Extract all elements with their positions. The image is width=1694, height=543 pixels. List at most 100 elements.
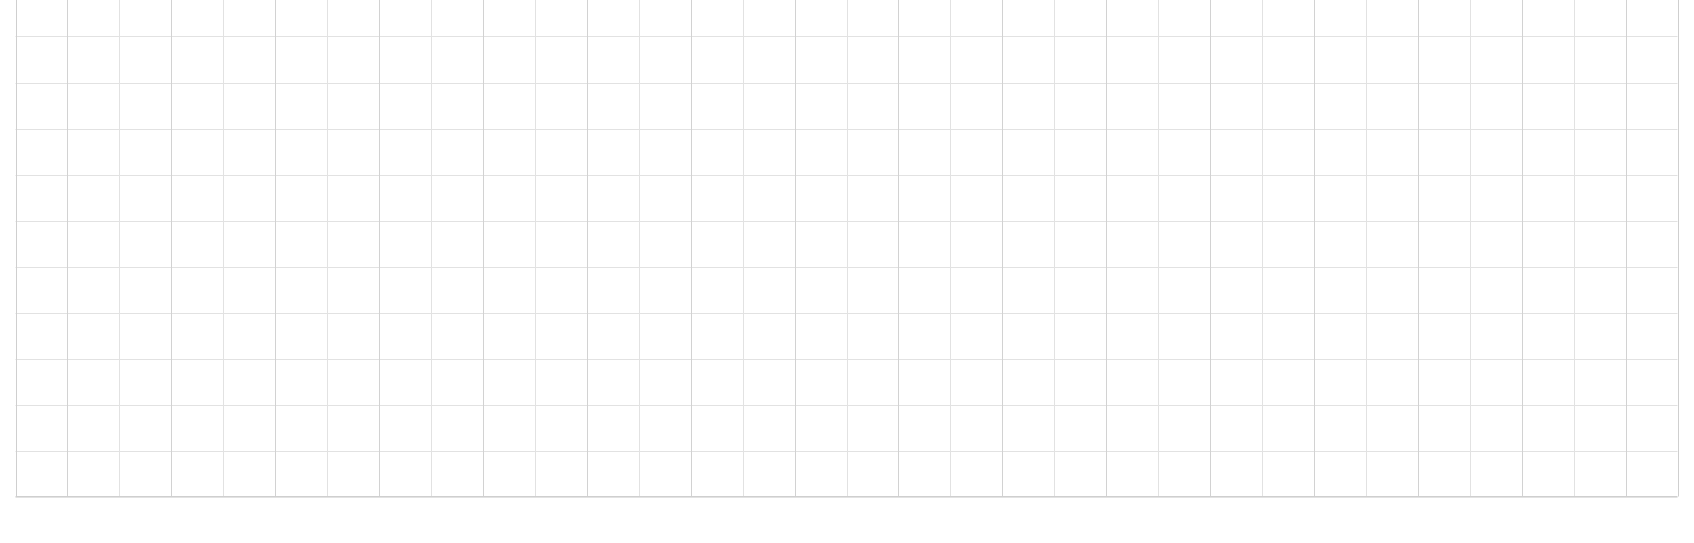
grid-cell[interactable] xyxy=(1002,174,1055,221)
grid-cell[interactable] xyxy=(1365,82,1418,129)
grid-cell[interactable] xyxy=(690,0,743,37)
grid-cell[interactable] xyxy=(275,404,328,451)
grid-cell[interactable] xyxy=(223,36,276,83)
grid-cell[interactable] xyxy=(950,174,1003,221)
grid-cell[interactable] xyxy=(1054,404,1107,451)
grid-cell[interactable] xyxy=(1521,128,1574,175)
grid-cell[interactable] xyxy=(638,36,691,83)
grid-cell[interactable] xyxy=(482,312,535,359)
grid-cell[interactable] xyxy=(534,174,587,221)
grid-cell[interactable] xyxy=(846,82,899,129)
grid-cell[interactable] xyxy=(1365,358,1418,405)
grid-cell[interactable] xyxy=(638,404,691,451)
grid-cell[interactable] xyxy=(1158,404,1211,451)
grid-cell[interactable] xyxy=(379,36,431,83)
grid-cell[interactable] xyxy=(482,266,535,313)
grid-cell[interactable] xyxy=(1262,82,1314,129)
grid-cell[interactable] xyxy=(690,36,743,83)
grid-cell[interactable] xyxy=(1573,220,1626,267)
grid-cell[interactable] xyxy=(15,312,68,359)
grid-cell[interactable] xyxy=(846,266,899,313)
grid-cell[interactable] xyxy=(1625,82,1678,129)
grid-cell[interactable] xyxy=(638,128,691,175)
grid-cell[interactable] xyxy=(1158,450,1211,497)
grid-cell[interactable] xyxy=(846,358,899,405)
grid-cell[interactable] xyxy=(1469,266,1522,313)
grid-cell[interactable] xyxy=(1469,312,1522,359)
grid-cell[interactable] xyxy=(534,358,587,405)
grid-cell[interactable] xyxy=(1521,82,1574,129)
grid-cell[interactable] xyxy=(379,312,431,359)
grid-cell[interactable] xyxy=(950,82,1003,129)
grid-cell[interactable] xyxy=(327,128,380,175)
grid-cell[interactable] xyxy=(534,312,587,359)
grid-cell[interactable] xyxy=(1158,0,1211,37)
grid-cell[interactable] xyxy=(846,174,899,221)
grid-cell[interactable] xyxy=(379,220,431,267)
grid-cell[interactable] xyxy=(638,450,691,497)
grid-cell[interactable] xyxy=(742,174,795,221)
grid-cell[interactable] xyxy=(119,266,172,313)
grid-cell[interactable] xyxy=(327,82,380,129)
grid-cell[interactable] xyxy=(1625,174,1678,221)
grid-cell[interactable] xyxy=(275,220,328,267)
grid-cell[interactable] xyxy=(275,174,328,221)
grid-cell[interactable] xyxy=(1469,358,1522,405)
grid-cell[interactable] xyxy=(482,128,535,175)
grid-cell[interactable] xyxy=(379,82,431,129)
grid-cell[interactable] xyxy=(950,128,1003,175)
grid-cell[interactable] xyxy=(1002,312,1055,359)
grid-cell[interactable] xyxy=(1313,0,1366,37)
grid-cell[interactable] xyxy=(586,82,639,129)
grid-cell[interactable] xyxy=(1158,266,1211,313)
grid-cell[interactable] xyxy=(1002,358,1055,405)
grid-cell[interactable] xyxy=(1625,36,1678,83)
grid-cell[interactable] xyxy=(1469,220,1522,267)
grid-cell[interactable] xyxy=(950,358,1003,405)
grid-cell[interactable] xyxy=(898,358,951,405)
grid-cell[interactable] xyxy=(1521,358,1574,405)
grid-cell[interactable] xyxy=(534,36,587,83)
grid-cell[interactable] xyxy=(1313,266,1366,313)
grid-cell[interactable] xyxy=(1002,266,1055,313)
grid-cell[interactable] xyxy=(431,220,483,267)
grid-cell[interactable] xyxy=(1002,220,1055,267)
grid-cell[interactable] xyxy=(482,36,535,83)
grid-cell[interactable] xyxy=(1365,36,1418,83)
grid-cell[interactable] xyxy=(534,220,587,267)
grid-cell[interactable] xyxy=(223,266,276,313)
grid-cell[interactable] xyxy=(1054,128,1107,175)
grid-cell[interactable] xyxy=(534,404,587,451)
grid-cell[interactable] xyxy=(327,174,380,221)
grid-cell[interactable] xyxy=(1625,358,1678,405)
grid-cell[interactable] xyxy=(379,358,431,405)
grid-cell[interactable] xyxy=(742,220,795,267)
grid-cell[interactable] xyxy=(950,404,1003,451)
grid-cell[interactable] xyxy=(431,358,483,405)
grid-cell[interactable] xyxy=(379,174,431,221)
grid-cell[interactable] xyxy=(1365,266,1418,313)
grid-cell[interactable] xyxy=(119,312,172,359)
grid-cell[interactable] xyxy=(1054,312,1107,359)
grid-cell[interactable] xyxy=(690,404,743,451)
grid-cell[interactable] xyxy=(1417,128,1470,175)
grid-cell[interactable] xyxy=(171,220,224,267)
grid-cell[interactable] xyxy=(1313,358,1366,405)
grid-cell[interactable] xyxy=(171,312,224,359)
grid-cell[interactable] xyxy=(482,0,535,37)
grid-cell[interactable] xyxy=(586,36,639,83)
grid-cell[interactable] xyxy=(1002,404,1055,451)
grid-cell[interactable] xyxy=(15,128,68,175)
grid-cell[interactable] xyxy=(15,404,68,451)
grid-cell[interactable] xyxy=(275,312,328,359)
grid-cell[interactable] xyxy=(15,82,68,129)
grid-cell[interactable] xyxy=(275,36,328,83)
grid-cell[interactable] xyxy=(638,358,691,405)
grid-cell[interactable] xyxy=(1158,36,1211,83)
grid-cell[interactable] xyxy=(638,220,691,267)
grid-cell[interactable] xyxy=(1365,450,1418,497)
grid-cell[interactable] xyxy=(1313,128,1366,175)
grid-cell[interactable] xyxy=(742,312,795,359)
grid-cell[interactable] xyxy=(898,82,951,129)
grid-cell[interactable] xyxy=(1106,128,1159,175)
